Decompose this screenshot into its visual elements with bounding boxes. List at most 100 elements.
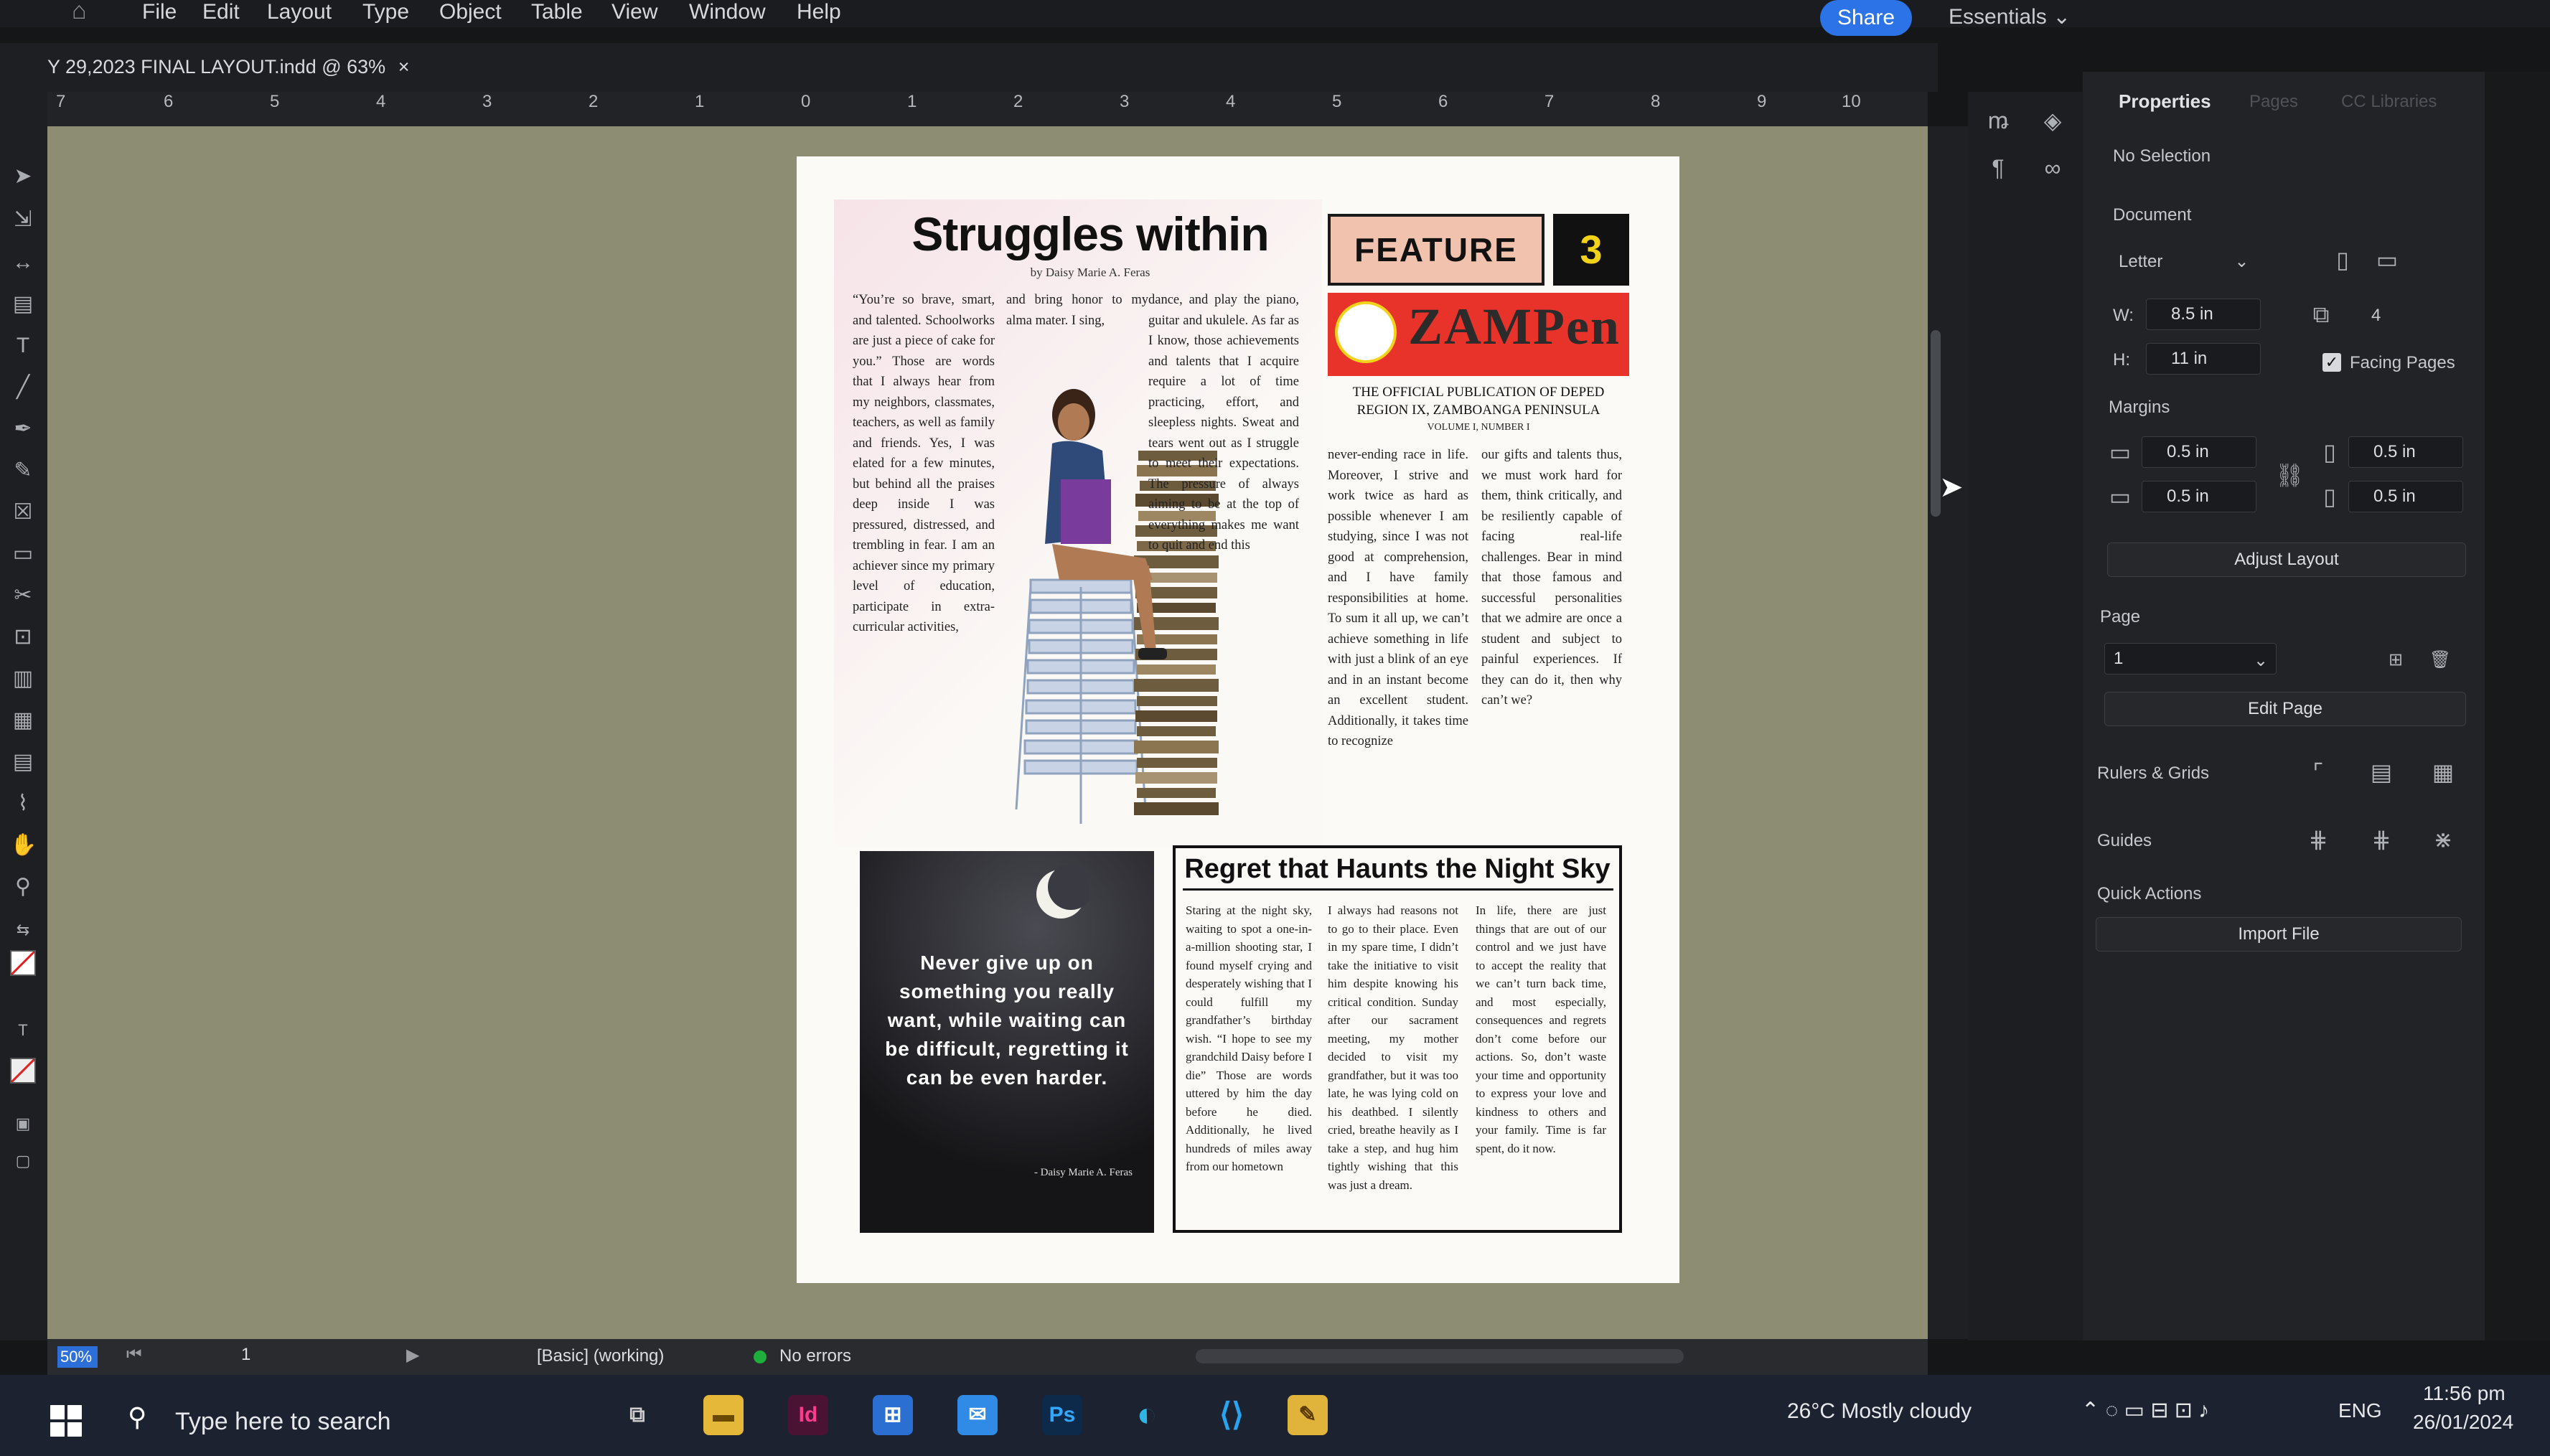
show-guides-icon[interactable]: ⋕: [2302, 824, 2334, 855]
gap-tool-icon[interactable]: ↔: [10, 250, 36, 276]
close-icon[interactable]: ×: [398, 56, 410, 78]
eyedropper-tool-icon[interactable]: ⌇: [10, 791, 36, 817]
margin-top-input[interactable]: 0.5 in: [2142, 436, 2256, 468]
vertical-scrollbar-track[interactable]: [1928, 126, 1968, 1339]
horizontal-scrollbar[interactable]: [1196, 1349, 1684, 1363]
page-select[interactable]: 1: [2104, 643, 2277, 675]
menu-file[interactable]: File: [142, 0, 177, 24]
zoom-level-input[interactable]: 50%: [57, 1346, 98, 1368]
new-page-icon[interactable]: ⊞: [2380, 644, 2411, 676]
tab-cc-libraries[interactable]: CC Libraries: [2341, 92, 2437, 112]
task-view-icon[interactable]: ⧉: [617, 1395, 657, 1435]
document-page[interactable]: Struggles within by Daisy Marie A. Feras…: [797, 156, 1679, 1283]
margin-bottom-input[interactable]: 0.5 in: [2142, 481, 2256, 512]
ruler-tick: 8: [1651, 92, 1661, 111]
preflight-status[interactable]: No errors: [779, 1346, 851, 1366]
gradient-feather-tool-icon[interactable]: ▦: [10, 708, 36, 733]
ruler-tick: 7: [1544, 92, 1555, 111]
menu-view[interactable]: View: [611, 0, 657, 24]
home-icon[interactable]: ⌂: [72, 0, 87, 25]
menu-help[interactable]: Help: [797, 0, 841, 24]
direct-selection-tool-icon[interactable]: ⇲: [10, 207, 36, 233]
workspace-switcher[interactable]: Essentials ⌄: [1949, 4, 2071, 29]
adjust-layout-button[interactable]: Adjust Layout: [2107, 543, 2466, 577]
hand-tool-icon[interactable]: ✋: [10, 832, 37, 858]
rectangle-frame-tool-icon[interactable]: ☒: [10, 499, 36, 525]
photoshop-icon[interactable]: Ps: [1042, 1395, 1082, 1435]
link-margins-icon[interactable]: ⛓: [2274, 459, 2305, 491]
mail-icon[interactable]: ✉: [957, 1395, 998, 1435]
links-icon[interactable]: ∞: [2037, 152, 2068, 184]
first-page-icon[interactable]: ⏮: [126, 1345, 142, 1365]
default-colors-icon[interactable]: ⇆: [10, 917, 36, 943]
screen-mode-icon[interactable]: ▢: [10, 1148, 36, 1174]
pencil-tool-icon[interactable]: ✎: [10, 458, 36, 484]
lock-guides-icon[interactable]: ⋕: [2366, 824, 2397, 855]
next-page-icon[interactable]: ▶: [406, 1345, 419, 1366]
pages-icon: ⧉: [2312, 301, 2330, 327]
fill-swatch-icon[interactable]: [10, 950, 36, 976]
input-language[interactable]: ENG: [2338, 1399, 2382, 1422]
tab-pages[interactable]: Pages: [2249, 92, 2298, 112]
menu-window[interactable]: Window: [689, 0, 766, 24]
menu-table[interactable]: Table: [531, 0, 583, 24]
selection-tool-icon[interactable]: ➤: [10, 164, 36, 189]
width-input[interactable]: 8.5 in: [2146, 299, 2261, 330]
delete-page-icon[interactable]: 🗑: [2424, 644, 2456, 676]
note-tool-icon[interactable]: ▤: [10, 749, 36, 775]
landscape-orientation-icon[interactable]: ▭: [2371, 244, 2403, 276]
type-tool-icon[interactable]: T: [10, 333, 36, 359]
file-explorer-icon[interactable]: ▬: [703, 1395, 744, 1435]
import-file-button[interactable]: Import File: [2096, 917, 2462, 952]
page-preset-select[interactable]: Letter ⌄: [2119, 251, 2249, 272]
sticky-notes-icon[interactable]: ✎: [1288, 1395, 1328, 1435]
edge-browser-icon[interactable]: ◐: [1127, 1395, 1167, 1435]
paragraph-styles-icon[interactable]: ¶: [1982, 152, 2014, 184]
edit-page-button[interactable]: Edit Page: [2104, 692, 2466, 726]
windows-start-icon[interactable]: [50, 1405, 82, 1437]
document-tab[interactable]: Y 29,2023 FINAL LAYOUT.indd @ 63% ×: [47, 56, 409, 78]
stroke-swatch-icon[interactable]: [10, 1058, 36, 1084]
clock-time[interactable]: 11:56 pm: [2423, 1382, 2506, 1405]
clock-date[interactable]: 26/01/2024: [2413, 1411, 2513, 1434]
height-input[interactable]: 11 in: [2146, 343, 2261, 375]
pen-tool-icon[interactable]: ✒: [10, 416, 36, 442]
preflight-profile[interactable]: [Basic] (working): [537, 1346, 664, 1366]
document-grid-icon[interactable]: ▦: [2427, 756, 2459, 788]
tab-properties[interactable]: Properties: [2119, 90, 2211, 113]
portrait-orientation-icon[interactable]: ▯: [2327, 244, 2358, 276]
indesign-icon[interactable]: Id: [788, 1395, 828, 1435]
character-styles-icon[interactable]: ꬺ: [1982, 105, 2014, 136]
line-tool-icon[interactable]: ╱: [10, 375, 36, 400]
menu-type[interactable]: Type: [362, 0, 409, 24]
layers-icon[interactable]: ◈: [2037, 105, 2068, 136]
formatting-affects-text-icon[interactable]: T: [10, 1018, 36, 1043]
weather-widget[interactable]: 26°C Mostly cloudy: [1787, 1399, 1972, 1424]
facing-pages-checkbox[interactable]: ✓: [2322, 353, 2341, 372]
microsoft-store-icon[interactable]: ⊞: [873, 1395, 913, 1435]
vscode-icon[interactable]: ⟨⟩: [1211, 1395, 1252, 1435]
zoom-tool-icon[interactable]: ⚲: [10, 874, 36, 900]
rulers-icon[interactable]: ⌜: [2302, 756, 2334, 788]
taskbar-search-box[interactable]: ⚲ Type here to search: [121, 1395, 594, 1447]
content-collector-icon[interactable]: ▤: [10, 291, 36, 317]
margin-outside-input[interactable]: 0.5 in: [2348, 481, 2463, 512]
scissors-tool-icon[interactable]: ✂: [10, 583, 36, 609]
system-tray-icons[interactable]: ⌃ ◌ ▭ ⊟ ⊡ ♪: [2081, 1398, 2209, 1423]
menu-layout[interactable]: Layout: [267, 0, 332, 24]
smart-guides-icon[interactable]: ⋇: [2427, 824, 2459, 855]
workspace-label: Essentials: [1949, 5, 2047, 29]
menu-edit[interactable]: Edit: [202, 0, 240, 24]
menu-object[interactable]: Object: [439, 0, 502, 24]
page-navigation-input[interactable]: 1: [241, 1345, 250, 1365]
zampen-logo-text: ZAMPen: [1408, 298, 1621, 355]
normal-view-icon[interactable]: ▣: [10, 1111, 36, 1137]
baseline-grid-icon[interactable]: ▤: [2366, 756, 2397, 788]
pages-count[interactable]: 4: [2371, 306, 2381, 326]
share-button[interactable]: Share: [1820, 0, 1912, 36]
margin-inside-input[interactable]: 0.5 in: [2348, 436, 2463, 468]
rectangle-tool-icon[interactable]: ▭: [10, 541, 36, 567]
horizontal-ruler[interactable]: 7 6 5 4 3 2 1 0 1 2 3 4 5 6 7 8 9 10: [47, 92, 1928, 126]
free-transform-tool-icon[interactable]: ⊡: [10, 624, 36, 650]
gradient-tool-icon[interactable]: ▥: [10, 666, 36, 692]
